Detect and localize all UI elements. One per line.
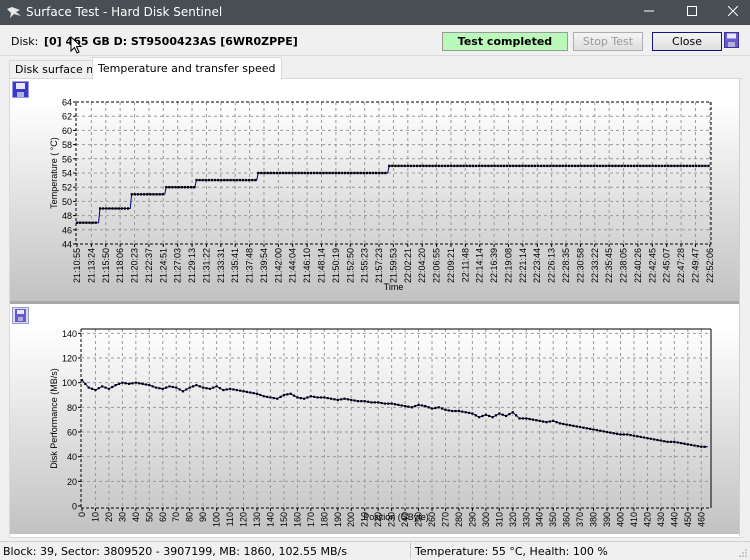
close-window-button[interactable] xyxy=(716,0,750,25)
separator xyxy=(0,55,750,56)
close-label: Close xyxy=(672,35,702,48)
temperature-health-text: Temperature: 55 °C, Health: 100 % xyxy=(415,545,608,558)
status-badge: Test completed xyxy=(442,32,568,51)
minimize-button[interactable] xyxy=(632,0,666,25)
disk-label: Disk: xyxy=(11,35,39,48)
mouse-cursor-icon xyxy=(70,36,83,54)
window-title: Surface Test - Hard Disk Sentinel xyxy=(26,5,223,19)
minimize-icon xyxy=(644,10,654,12)
tab-temperature-transfer-speed[interactable]: Temperature and transfer speed xyxy=(92,57,282,79)
block-status-text: Block: 39, Sector: 3809520 - 3907199, MB… xyxy=(3,545,347,558)
stop-test-label: Stop Test xyxy=(582,35,634,48)
app-icon xyxy=(7,7,21,18)
stop-test-button[interactable]: Stop Test xyxy=(573,32,643,51)
title-bar: Surface Test - Hard Disk Sentinel xyxy=(0,0,750,25)
save-report-icon[interactable] xyxy=(724,32,739,48)
maximize-button[interactable] xyxy=(675,0,709,25)
save-temperature-chart-icon[interactable] xyxy=(12,81,29,98)
close-button[interactable]: Close xyxy=(652,32,722,51)
status-bar: Block: 39, Sector: 3809520 - 3907199, MB… xyxy=(0,541,750,560)
save-performance-chart-icon[interactable] xyxy=(12,307,29,324)
close-icon xyxy=(727,5,739,17)
maximize-icon xyxy=(687,6,697,16)
status-separator xyxy=(410,543,411,559)
performance-chart-panel xyxy=(10,304,739,534)
temperature-chart-panel xyxy=(10,79,739,301)
right-scroll-edge xyxy=(739,79,748,536)
resize-grip-icon[interactable] xyxy=(738,548,748,558)
